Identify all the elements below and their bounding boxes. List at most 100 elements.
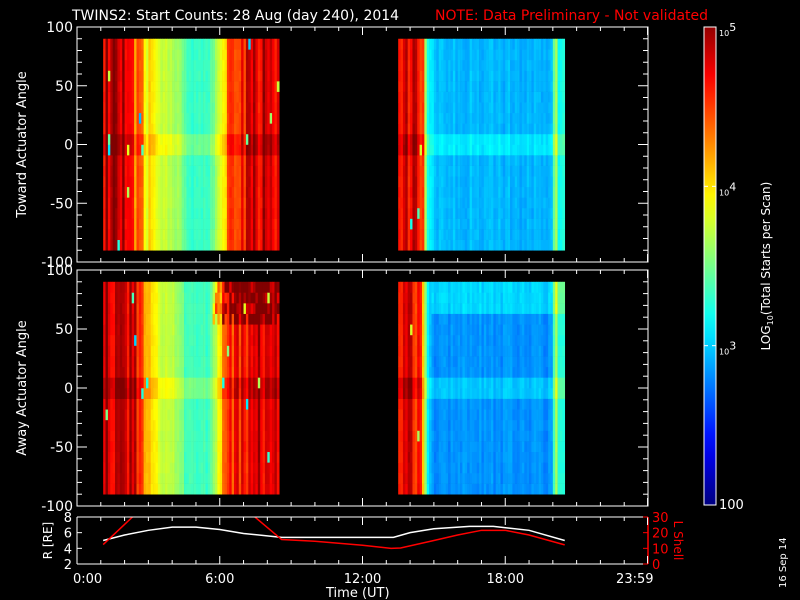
spectrogram-cell [431, 123, 435, 135]
spectrogram-cell [138, 102, 142, 114]
spectrogram-cell [445, 102, 449, 114]
spectrogram-cell [274, 377, 278, 389]
spectrogram-cell [214, 176, 218, 188]
spectrogram-cell [134, 419, 137, 431]
spectrogram-cell [557, 49, 561, 61]
spectrogram-cell [402, 91, 406, 103]
spectrogram-cell [219, 324, 223, 336]
spectrogram-cell [105, 91, 109, 103]
spectrogram-cell [526, 144, 530, 156]
spectrogram-cell [452, 462, 456, 474]
spectrogram-cell [203, 112, 206, 124]
spectrogram-cell [138, 303, 142, 314]
spectrogram-cell [448, 409, 451, 421]
spectrogram-cell [260, 38, 263, 50]
spectrogram-cell [207, 441, 211, 453]
spectrogram-cell [262, 324, 266, 336]
spectrogram-cell [200, 483, 204, 495]
spectrogram-cell [191, 49, 194, 61]
spectrogram-cell [514, 91, 518, 103]
spectrogram-cell [165, 91, 168, 103]
spectrogram-cell [400, 239, 404, 251]
spectrogram-cell [136, 49, 140, 61]
spectrogram-cell [538, 239, 542, 251]
spectrogram-cell [536, 197, 539, 209]
spectrogram-cell [148, 441, 152, 453]
spectrogram-cell [134, 165, 137, 177]
spectrogram-cell [174, 419, 178, 431]
spectrogram-cell [103, 451, 106, 463]
spectrogram-cell [417, 430, 420, 442]
spectrogram-cell [555, 176, 558, 188]
spectrogram-cell [245, 70, 249, 82]
spectrogram-cell [243, 366, 247, 378]
spectrogram-cell [236, 366, 240, 378]
spectrogram-cell [146, 345, 149, 357]
spectrogram-cell [172, 419, 175, 431]
spectrogram-cell [505, 176, 508, 188]
spectrogram-cell [191, 313, 194, 325]
spectrogram-cell [169, 112, 173, 124]
spectrogram-cell [207, 112, 211, 124]
spectrogram-cell [419, 59, 423, 71]
spectrogram-cell [155, 59, 159, 71]
spectrogram-cell [255, 303, 259, 314]
spectrogram-cell [222, 81, 225, 92]
spectrogram-cell [407, 207, 411, 219]
spectrogram-cell [536, 38, 539, 50]
spectrogram-cell [165, 366, 168, 378]
spectrogram-cell [193, 409, 197, 421]
spectrogram-cell [443, 186, 447, 198]
spectrogram-cell [533, 165, 537, 177]
spectrogram-cell [122, 112, 125, 124]
spectrogram-cell [241, 155, 244, 166]
spectrogram-cell [414, 218, 418, 230]
spectrogram-cell [214, 81, 218, 92]
spectrogram-cell [234, 81, 237, 92]
spectrogram-cell [510, 49, 513, 61]
spectrogram-cell [134, 356, 137, 368]
spectrogram-cell [464, 207, 468, 219]
spectrogram-cell [452, 292, 456, 304]
spectrogram-cell [198, 218, 202, 230]
spectrogram-cell [184, 345, 187, 357]
spectrogram-cell [231, 207, 235, 219]
spectrogram-cell [153, 102, 156, 114]
spectrogram-cell [176, 81, 180, 92]
spectrogram-cell [112, 144, 116, 156]
spectrogram-cell [507, 197, 511, 209]
spectrogram-cell [274, 324, 278, 336]
spectrogram-cell [110, 144, 113, 156]
spectrogram-cell [464, 81, 468, 92]
spectrogram-cell [236, 49, 240, 61]
spectrogram-cell [486, 197, 489, 209]
spectrogram-cell [417, 292, 420, 304]
spectrogram-cell [217, 462, 221, 474]
spectrogram-cell [234, 419, 237, 431]
spectrogram-cell [255, 472, 259, 484]
spectrogram-cell [272, 462, 275, 474]
spectrogram-cell [436, 462, 439, 474]
spectrogram-cell [460, 430, 463, 442]
spectrogram-cell [445, 49, 449, 61]
spectrogram-cell [112, 112, 116, 124]
spectrogram-cell [493, 133, 497, 145]
spectrogram-cell [433, 102, 437, 114]
spectrogram-cell [160, 345, 163, 357]
spectrogram-cell [417, 324, 420, 336]
spectrogram-cell [274, 133, 278, 145]
spectrogram-cell [153, 430, 156, 442]
spectrogram-cell [176, 430, 180, 442]
spectrogram-cell [474, 81, 477, 92]
spectrogram-cell [198, 419, 202, 431]
spectrogram-cell [167, 59, 171, 71]
spectrogram-cell [441, 165, 444, 177]
spectrogram-cell [226, 324, 230, 336]
spectrogram-cell [262, 419, 266, 431]
spectrogram-cell [481, 197, 485, 209]
spectrogram-cell [131, 186, 135, 198]
spectrogram-cell [217, 218, 221, 230]
spectrogram-cell [438, 303, 442, 314]
spectrogram-cell [469, 197, 473, 209]
spectrogram-cell [500, 186, 504, 198]
